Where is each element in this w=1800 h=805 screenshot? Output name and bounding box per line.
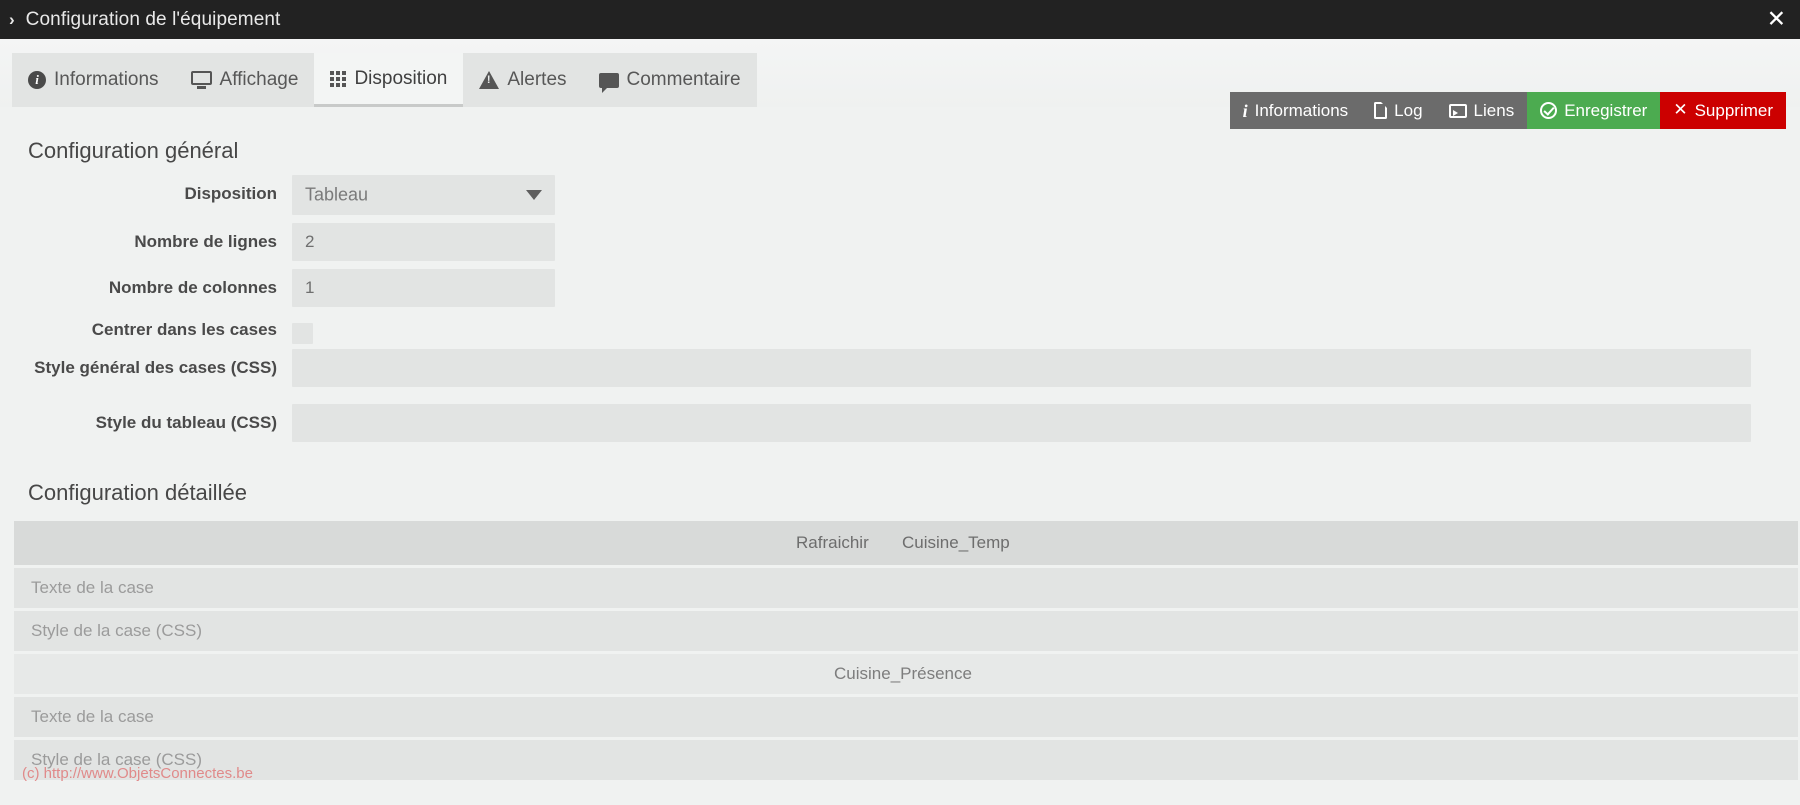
tab-affichage[interactable]: Affichage bbox=[174, 53, 315, 107]
tab-label: Informations bbox=[54, 69, 159, 90]
tab-list: i Informations Affichage Disposition Ale… bbox=[12, 53, 757, 107]
general-config-form: Disposition Tableau Nombre de lignes Nom… bbox=[0, 175, 1800, 450]
table-css-input[interactable] bbox=[292, 404, 1751, 442]
field-row-center: Centrer dans les cases bbox=[0, 315, 1800, 345]
table-row[interactable]: Texte de la case bbox=[14, 697, 1798, 737]
cells-css-input[interactable] bbox=[292, 349, 1751, 387]
column-header: Cuisine_Présence bbox=[834, 664, 972, 683]
info-icon: i bbox=[1242, 100, 1248, 121]
detail-config-table: Rafraichir Cuisine_Temp Texte de la case… bbox=[0, 521, 1800, 780]
footer-watermark: (c) http://www.ObjetsConnectes.be bbox=[22, 765, 253, 782]
file-icon bbox=[1374, 102, 1388, 119]
informations-button[interactable]: i Informations bbox=[1229, 92, 1362, 129]
tab-commentaire[interactable]: Commentaire bbox=[582, 53, 757, 107]
tab-informations[interactable]: i Informations bbox=[12, 53, 175, 107]
button-label: Enregistrer bbox=[1564, 100, 1648, 120]
tab-label: Alertes bbox=[507, 69, 567, 90]
button-label: Liens bbox=[1473, 100, 1515, 120]
table-row[interactable]: Style de la case (CSS) bbox=[14, 611, 1798, 651]
grid-icon bbox=[330, 70, 347, 87]
center-in-cells-label: Centrer dans les cases bbox=[91, 320, 277, 339]
field-row-cells-css: Style général des cases (CSS) bbox=[0, 349, 1800, 387]
detail-config-heading: Configuration détaillée bbox=[28, 480, 247, 505]
detail-header-row-group2: Cuisine_Présence bbox=[14, 654, 1798, 694]
table-row[interactable]: Style de la case (CSS) bbox=[14, 740, 1798, 780]
disposition-select[interactable]: Tableau bbox=[292, 175, 555, 215]
disposition-select-value: Tableau bbox=[305, 184, 369, 205]
general-config-heading: Configuration général bbox=[28, 138, 239, 163]
tab-strip: i Informations Affichage Disposition Ale… bbox=[0, 39, 1800, 129]
rows-label: Nombre de lignes bbox=[134, 232, 277, 251]
cell-text-placeholder: Texte de la case bbox=[31, 707, 154, 726]
info-circle-icon: i bbox=[28, 71, 46, 89]
close-icon[interactable]: ✕ bbox=[1767, 8, 1786, 31]
liens-button[interactable]: Liens bbox=[1435, 92, 1528, 129]
close-icon: ✕ bbox=[1673, 100, 1688, 120]
table-css-label: Style du tableau (CSS) bbox=[95, 413, 277, 432]
button-label: Informations bbox=[1254, 100, 1349, 120]
check-circle-icon bbox=[1540, 102, 1558, 119]
center-in-cells-checkbox[interactable] bbox=[292, 323, 313, 344]
window-title: Configuration de l'équipement bbox=[25, 8, 281, 30]
save-button[interactable]: Enregistrer bbox=[1527, 92, 1661, 129]
tab-alertes[interactable]: Alertes bbox=[463, 53, 583, 107]
field-row-cols: Nombre de colonnes bbox=[0, 269, 1800, 307]
field-row-disposition: Disposition Tableau bbox=[0, 175, 1800, 215]
link-icon bbox=[1448, 103, 1467, 118]
tab-label: Affichage bbox=[219, 69, 299, 90]
cell-text-placeholder: Texte de la case bbox=[31, 578, 154, 597]
comment-icon bbox=[598, 72, 619, 93]
delete-button[interactable]: ✕ Supprimer bbox=[1660, 92, 1786, 129]
action-button-group: i Informations Log Liens Enregistrer ✕ S… bbox=[1229, 92, 1786, 129]
warning-icon bbox=[479, 71, 500, 89]
detail-header-row-group1: Rafraichir Cuisine_Temp bbox=[14, 521, 1798, 565]
button-label: Supprimer bbox=[1694, 100, 1773, 120]
window-titlebar: › Configuration de l'équipement ✕ bbox=[0, 0, 1800, 39]
column-header: Cuisine_Temp bbox=[902, 533, 1010, 552]
cell-css-placeholder: Style de la case (CSS) bbox=[31, 621, 203, 640]
tab-label: Commentaire bbox=[626, 69, 741, 90]
expand-chevron-icon[interactable]: › bbox=[9, 11, 15, 28]
monitor-icon bbox=[190, 71, 212, 89]
cols-input[interactable] bbox=[292, 269, 555, 307]
equipment-configuration-window: › Configuration de l'équipement ✕ i Info… bbox=[0, 0, 1800, 805]
table-row[interactable]: Texte de la case bbox=[14, 568, 1798, 608]
disposition-label: Disposition bbox=[184, 184, 277, 203]
chevron-down-icon bbox=[526, 190, 542, 200]
rows-input[interactable] bbox=[292, 223, 555, 261]
cells-css-label: Style général des cases (CSS) bbox=[34, 358, 277, 377]
field-row-table-css: Style du tableau (CSS) bbox=[0, 404, 1800, 442]
column-header: Rafraichir bbox=[796, 533, 869, 552]
tab-label: Disposition bbox=[354, 67, 448, 89]
button-label: Log bbox=[1394, 100, 1423, 120]
tab-disposition[interactable]: Disposition bbox=[314, 53, 464, 107]
cols-label: Nombre de colonnes bbox=[108, 278, 277, 297]
field-row-rows: Nombre de lignes bbox=[0, 223, 1800, 261]
log-button[interactable]: Log bbox=[1361, 92, 1436, 129]
